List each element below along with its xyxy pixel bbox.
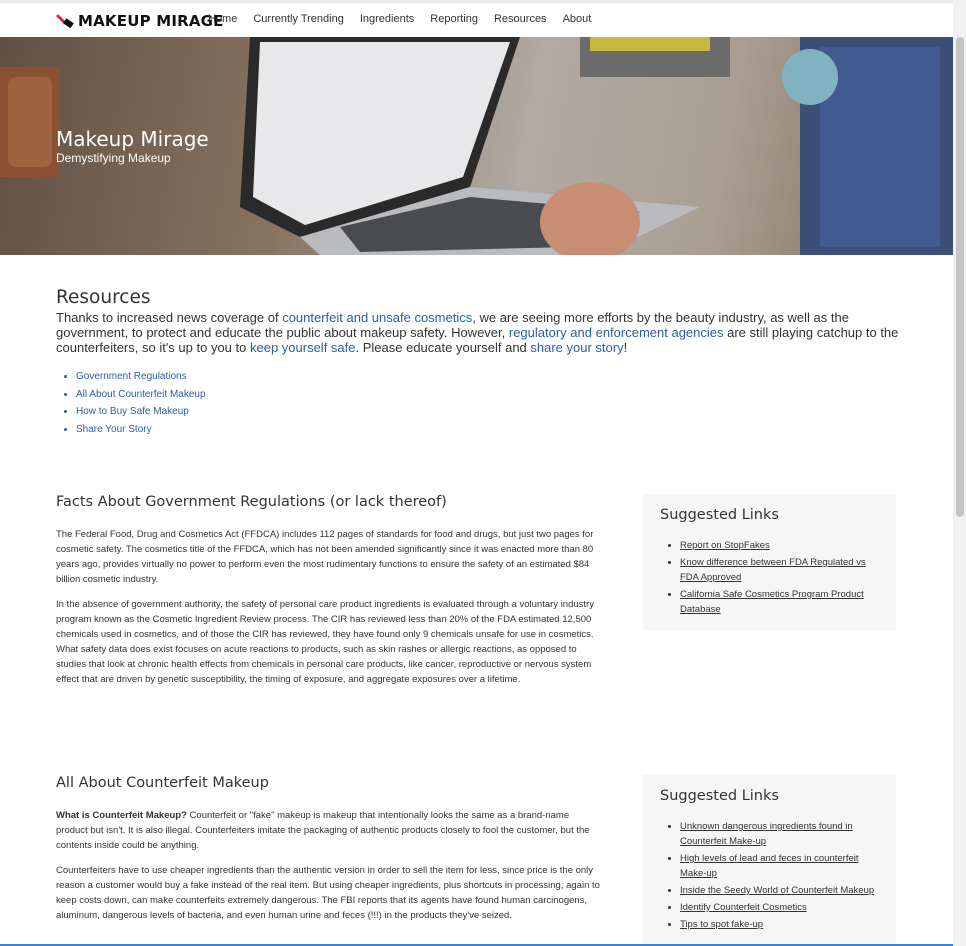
hero-title: Makeup Mirage [56,127,209,151]
toc-link-counterfeit[interactable]: All About Counterfeit Makeup [76,386,206,404]
nav-about[interactable]: About [563,13,592,25]
brand-name: MAKEUP MIRAGE [78,12,224,30]
counterfeit-section-body: What is Counterfeit Makeup? Counterfeit … [56,808,601,933]
intro-text: . Please educate yourself and [355,340,531,355]
resources-intro: Thanks to increased news coverage of cou… [56,310,901,355]
counterfeit-suggested-links-panel: Suggested Links Unknown dangerous ingred… [643,775,896,946]
intro-link-share-story[interactable]: share your story [530,340,623,355]
nav-home[interactable]: Home [208,13,237,25]
suggested-link[interactable]: Identify Counterfeit Cosmetics [680,900,885,915]
gov-section-body: The Federal Food, Drug and Cosmetics Act… [56,527,601,697]
suggested-link[interactable]: California Safe Cosmetics Program Produc… [680,587,885,617]
suggested-link[interactable]: Unknown dangerous ingredients found in C… [680,819,885,849]
navbar: MAKEUP MIRAGE Home Currently Trending In… [0,3,953,37]
scrollbar-thumb[interactable] [956,37,964,517]
toc-link-buy-safe[interactable]: How to Buy Safe Makeup [76,403,206,421]
suggested-link[interactable]: High levels of lead and feces in counter… [680,851,885,881]
panel-title: Suggested Links [660,788,779,804]
gov-paragraph: In the absence of government authority, … [56,599,594,685]
intro-link-agencies[interactable]: regulatory and enforcement agencies [509,325,724,340]
gov-suggested-links-panel: Suggested Links Report on StopFakes Know… [643,494,896,630]
intro-text: ! [623,340,628,355]
resources-title: Resources [56,287,151,308]
toc-link-government[interactable]: Government Regulations [76,368,206,386]
intro-link-keep-safe[interactable]: keep yourself safe [250,340,356,355]
toc-link-share-story[interactable]: Share Your Story [76,421,206,439]
counterfeit-question: What is Counterfeit Makeup? [56,810,187,821]
lipstick-icon [56,14,74,28]
gov-suggested-links: Report on StopFakes Know difference betw… [660,538,885,619]
nav-ingredients[interactable]: Ingredients [360,13,414,25]
nav-resources[interactable]: Resources [494,13,547,25]
nav-reporting[interactable]: Reporting [430,13,478,25]
hero-banner: Makeup Mirage Demystifying Makeup [0,37,953,255]
counterfeit-suggested-links: Unknown dangerous ingredients found in C… [660,819,885,934]
counterfeit-paragraph: What is Counterfeit Makeup? Counterfeit … [56,810,590,851]
panel-title: Suggested Links [660,507,779,523]
intro-link-counterfeit[interactable]: counterfeit and unsafe cosmetics [282,310,472,325]
suggested-link[interactable]: Report on StopFakes [680,538,885,553]
suggested-link[interactable]: Tips to spot fake-up [680,917,885,932]
hero-subtitle: Demystifying Makeup [56,151,171,165]
nav-currently-trending[interactable]: Currently Trending [253,13,344,25]
suggested-link[interactable]: Know difference between FDA Regulated vs… [680,555,885,585]
counterfeit-paragraph: Counterfeiters have to use cheaper ingre… [56,865,600,921]
gov-paragraph: The Federal Food, Drug and Cosmetics Act… [56,529,594,585]
gov-section-title: Facts About Government Regulations (or l… [56,494,447,510]
brand-logo[interactable]: MAKEUP MIRAGE [56,11,224,31]
suggested-link[interactable]: Inside the Seedy World of Counterfeit Ma… [680,883,885,898]
counterfeit-section-title: All About Counterfeit Makeup [56,775,269,791]
main-nav: Home Currently Trending Ingredients Repo… [208,13,607,25]
resources-toc: Government Regulations All About Counter… [56,368,206,438]
intro-text: Thanks to increased news coverage of [56,310,283,325]
